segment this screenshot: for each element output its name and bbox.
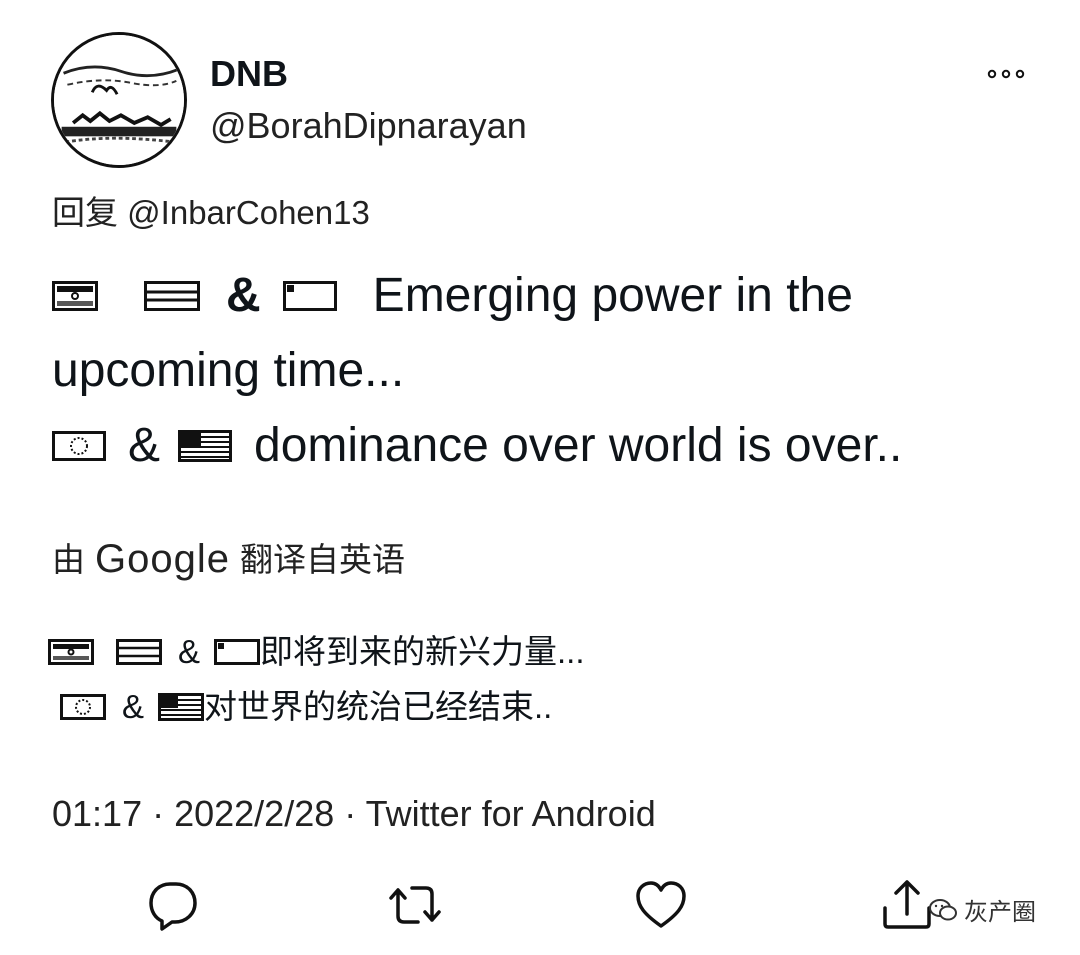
tweet-client[interactable]: Twitter for Android: [366, 793, 656, 834]
author-handle[interactable]: @BorahDipnarayan: [210, 106, 527, 146]
tweet-date[interactable]: 2022/2/28: [174, 793, 334, 834]
meta-separator: ·: [142, 793, 175, 834]
translation-suffix: 翻译自英语: [239, 541, 405, 578]
wechat-icon: [929, 898, 957, 920]
tweet-amp-2: &: [128, 419, 161, 472]
usa-flag-icon: [158, 692, 205, 721]
russia-flag-icon: [144, 280, 200, 311]
meta-separator: ·: [334, 793, 366, 834]
eu-flag-icon: [52, 430, 106, 461]
translation-prefix: 由: [52, 541, 85, 578]
translation-line-1-text: 即将到来的新兴力量...: [260, 633, 585, 670]
watermark-text: 灰产圈: [964, 899, 1036, 926]
tweet-meta: 01:17 · 2022/2/28 · Twitter for Android: [52, 791, 656, 836]
avatar-image: [54, 35, 184, 165]
author-name[interactable]: DNB: [210, 54, 288, 94]
china-flag-icon: [282, 280, 337, 311]
reply-prefix: 回复: [52, 194, 118, 231]
heart-icon[interactable]: [634, 878, 688, 932]
reply-bubble-icon[interactable]: [146, 878, 200, 932]
eu-flag-icon: [60, 693, 106, 720]
google-logo[interactable]: Google: [95, 537, 230, 582]
tweet-text: & Emerging power in the upcoming time...…: [52, 258, 1052, 483]
india-flag-icon: [48, 638, 94, 665]
india-flag-icon: [52, 280, 98, 311]
tweet-line-2: upcoming time...: [52, 333, 1052, 408]
tweet-line-3-text: dominance over world is over..: [254, 419, 903, 472]
retweet-icon[interactable]: [388, 878, 442, 932]
action-bar: [0, 878, 1080, 938]
avatar[interactable]: [51, 32, 187, 168]
translation-attribution: 由 Google 翻译自英语: [52, 537, 405, 582]
russia-flag-icon: [116, 638, 162, 665]
translation-line-1: & 即将到来的新兴力量...: [48, 624, 585, 679]
translation-line-2-text: 对世界的统治已经结束..: [204, 688, 553, 725]
tweet-line-1-text: Emerging power in the: [372, 269, 853, 322]
tweet-line-1: & Emerging power in the: [52, 258, 1052, 333]
watermark: 灰产圈: [928, 892, 1036, 927]
tweet-line-3: & dominance over world is over..: [52, 408, 1052, 483]
share-upload-icon[interactable]: [880, 878, 934, 932]
tweet-line-2-text: upcoming time...: [52, 344, 405, 397]
reply-context: 回复 @InbarCohen13: [52, 193, 370, 233]
translation-text: & 即将到来的新兴力量... & 对世界的统治已经结束..: [48, 624, 585, 734]
reply-mention-link[interactable]: @InbarCohen13: [127, 194, 370, 231]
translation-amp-1: &: [178, 633, 201, 670]
usa-flag-icon: [178, 429, 233, 462]
tweet-time[interactable]: 01:17: [52, 793, 142, 834]
tweet-amp-1: &: [226, 269, 261, 322]
more-dots-icon[interactable]: [986, 62, 1026, 86]
translation-amp-2: &: [122, 688, 145, 725]
translation-line-2: & 对世界的统治已经结束..: [48, 679, 585, 734]
china-flag-icon: [214, 638, 261, 665]
